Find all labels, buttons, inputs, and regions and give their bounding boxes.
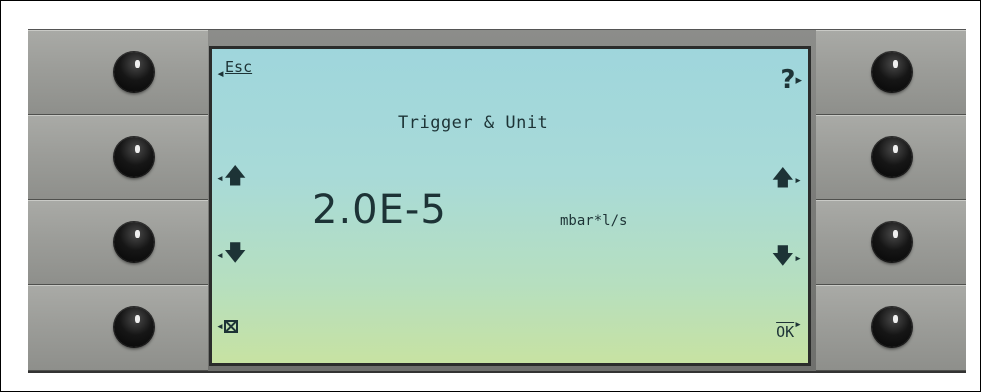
softkey-right-down: 🡇 ▸ — [772, 239, 802, 277]
pointer-left-icon: ◂ — [216, 319, 224, 334]
left-knob-4-button[interactable] — [114, 307, 154, 347]
arrow-up-icon: 🡅 — [223, 164, 247, 189]
clear-box-icon — [223, 320, 238, 333]
right-key-cell-2 — [816, 115, 966, 200]
softkey-clear: ◂ — [216, 319, 238, 334]
left-key-cell-3 — [28, 200, 208, 285]
right-key-cell-3 — [816, 200, 966, 285]
softkey-esc: ◂ Esc — [216, 58, 252, 82]
left-key-cell-4 — [28, 285, 208, 371]
arrow-down-icon: 🡇 — [223, 241, 247, 266]
right-knob-2-button[interactable] — [872, 137, 912, 177]
pointer-right-icon: ▸ — [794, 172, 802, 188]
left-knob-1-button[interactable] — [114, 52, 154, 92]
softkey-help: ? ▸ — [780, 65, 802, 95]
pointer-left-icon: ◂ — [216, 170, 224, 186]
help-label: ? — [780, 65, 796, 95]
softkey-right-up: 🡅 ▸ — [772, 161, 802, 199]
unit-label: mbar*l/s — [560, 213, 628, 229]
screen-title: Trigger & Unit — [398, 113, 549, 133]
right-knob-1-button[interactable] — [872, 52, 912, 92]
softkey-left-down: ◂ 🡇 — [216, 236, 246, 274]
left-key-cell-2 — [28, 115, 208, 200]
right-keypad — [816, 30, 966, 371]
arrow-down-icon: 🡇 — [771, 244, 795, 269]
left-key-cell-1 — [28, 30, 208, 115]
right-key-cell-1 — [816, 30, 966, 115]
pointer-right-icon: ▸ — [795, 72, 802, 88]
arrow-up-icon: 🡅 — [771, 166, 795, 191]
ok-label: OK — [776, 323, 795, 341]
right-knob-4-button[interactable] — [872, 307, 912, 347]
lcd-screen: ◂ Esc ◂ 🡅 ◂ 🡇 ◂ ? ▸ 🡅 ▸ 🡇 ▸ OK ▸ Trigger… — [209, 46, 811, 366]
image-frame: ◂ Esc ◂ 🡅 ◂ 🡇 ◂ ? ▸ 🡅 ▸ 🡇 ▸ OK ▸ Trigger… — [0, 0, 981, 392]
left-keypad — [28, 30, 208, 371]
right-knob-3-button[interactable] — [872, 222, 912, 262]
softkey-ok: OK ▸ — [776, 317, 802, 341]
pointer-right-icon: ▸ — [794, 250, 802, 266]
device-front-panel: ◂ Esc ◂ 🡅 ◂ 🡇 ◂ ? ▸ 🡅 ▸ 🡇 ▸ OK ▸ Trigger… — [28, 29, 966, 373]
pointer-left-icon: ◂ — [216, 247, 224, 263]
pointer-right-icon: ▸ — [794, 317, 802, 332]
left-knob-3-button[interactable] — [114, 222, 154, 262]
right-key-cell-4 — [816, 285, 966, 371]
esc-label: Esc — [225, 58, 253, 76]
pointer-left-icon: ◂ — [216, 64, 226, 82]
trigger-value: 2.0E-5 — [312, 187, 447, 233]
left-knob-2-button[interactable] — [114, 137, 154, 177]
softkey-left-up: ◂ 🡅 — [216, 159, 246, 197]
